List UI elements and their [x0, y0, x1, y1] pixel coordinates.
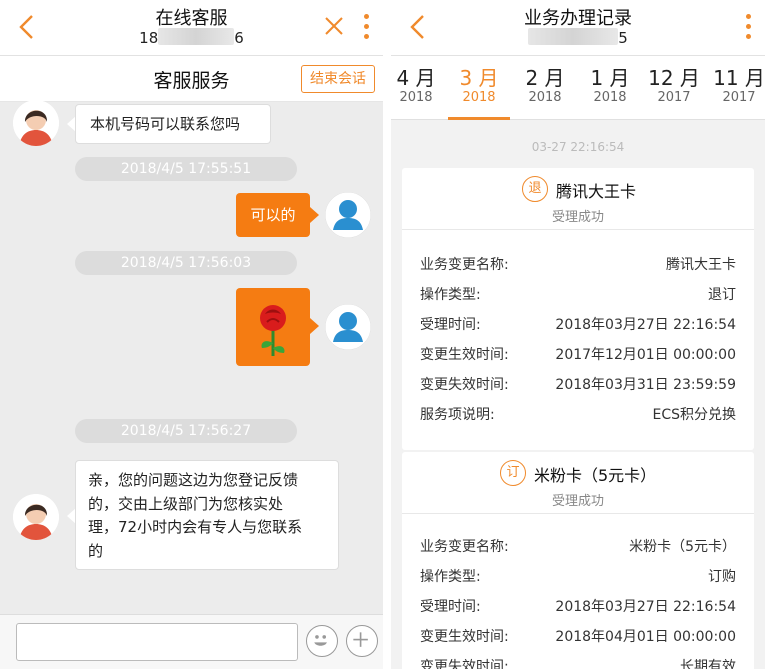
tab-month[interactable]: 1 月 2018: [579, 56, 641, 120]
record-field: 变更生效时间: 2018年04月01日 00:00:00: [420, 629, 736, 645]
phone-mask: [528, 28, 619, 45]
chat-panel: 在线客服 18 6 客服服务 结束会话 本机号码可以联系您吗 2018/4/5 1…: [0, 0, 383, 669]
screenshot-root: 在线客服 18 6 客服服务 结束会话 本机号码可以联系您吗 2018/4/5 1…: [0, 0, 765, 669]
tab-month[interactable]: 11 月 2017: [708, 56, 765, 120]
unsubscribe-badge-icon: 退: [522, 176, 548, 202]
month-tabs: 4 月 2018 3 月 2018 2 月 2018 1 月 2018 12 月 2017…: [391, 56, 765, 120]
record-card[interactable]: 订 米粉卡（5元卡） 受理成功 业务变更名称: 米粉卡（5元卡） 操作类型: 订购 …: [402, 452, 754, 669]
tab-month[interactable]: 4 月 2018: [391, 56, 447, 120]
close-icon[interactable]: [323, 14, 345, 38]
bubble-tail: [310, 207, 319, 223]
record-field: 变更失效时间: 2018年03月31日 23:59:59: [420, 377, 736, 393]
record-status: 受理成功: [551, 494, 604, 509]
message-line: 的，交由上级部门为您核实处: [88, 494, 284, 513]
records-top-bar: 业务办理记录 5: [391, 0, 765, 56]
emoji-icon[interactable]: [306, 625, 338, 657]
service-header: 客服服务 结束会话: [0, 56, 383, 102]
phone-mask: [158, 28, 235, 45]
panel-divider: [383, 0, 391, 669]
record-card-header: 订 米粉卡（5元卡） 受理成功: [402, 452, 754, 514]
record-field: 服务项说明: ECS积分兑换: [420, 407, 736, 423]
record-field: 业务变更名称: 腾讯大王卡: [420, 257, 736, 273]
message-time: 2018/4/5 17:56:03: [75, 251, 297, 275]
record-name: 米粉卡（5元卡）: [534, 466, 657, 485]
bubble-tail: [310, 318, 319, 334]
plus-icon[interactable]: [346, 625, 378, 657]
agent-message-bubble: 亲，您的问题这边为您登记反馈 的，交由上级部门为您核实处 理，72小时内会有专人…: [75, 460, 339, 570]
rose-icon: [260, 305, 286, 356]
user-avatar: [325, 304, 371, 350]
record-timestamp: 03-27 22:16:54: [531, 140, 625, 154]
agent-avatar: [13, 494, 59, 540]
end-session-button[interactable]: 结束会话: [301, 65, 375, 93]
record-field: 受理时间: 2018年03月27日 22:16:54: [420, 317, 736, 333]
record-card[interactable]: 退 腾讯大王卡 受理成功 业务变更名称: 腾讯大王卡 操作类型: 退订 受理时间: 2…: [402, 168, 754, 450]
record-status: 受理成功: [551, 210, 604, 225]
records-title: 业务办理记录: [524, 8, 632, 29]
masked-phone-number: 5: [391, 28, 765, 47]
tab-month[interactable]: 2 月 2018: [514, 56, 576, 120]
user-image-bubble[interactable]: [236, 288, 310, 366]
records-panel: 业务办理记录 5 4 月 2018 3 月 2018 2 月 2018 1 月 2018…: [391, 0, 765, 669]
message-time: 2018/4/5 17:56:27: [75, 419, 297, 443]
message-line: 理，72小时内会有专人与您联系: [88, 518, 303, 536]
record-field: 变更生效时间: 2017年12月01日 00:00:00: [420, 347, 736, 363]
message-time: 2018/4/5 17:55:51: [75, 157, 297, 181]
subscribe-badge-icon: 订: [500, 460, 526, 486]
record-field: 变更失效时间: 长期有效: [420, 659, 736, 669]
record-field: 操作类型: 退订: [420, 287, 736, 303]
message-line: 的: [88, 541, 104, 560]
record-field: 业务变更名称: 米粉卡（5元卡）: [420, 539, 736, 555]
tab-month-active[interactable]: 3 月 2018: [448, 56, 510, 120]
chat-top-bar: 在线客服 18 6: [0, 0, 383, 56]
record-card-header: 退 腾讯大王卡 受理成功: [402, 168, 754, 230]
agent-message-bubble: 本机号码可以联系您吗: [75, 104, 271, 144]
more-menu-icon[interactable]: [743, 12, 753, 42]
agent-avatar: [13, 100, 59, 146]
record-field: 操作类型: 订购: [420, 569, 736, 585]
message-line: 亲，您的问题这边为您登记反馈: [88, 471, 299, 489]
user-message-bubble: 可以的: [236, 193, 310, 237]
message-input[interactable]: [16, 623, 298, 661]
tab-month[interactable]: 12 月 2017: [643, 56, 705, 120]
user-avatar: [325, 192, 371, 238]
record-name: 腾讯大王卡: [556, 182, 637, 201]
more-menu-icon[interactable]: [361, 12, 371, 42]
record-field: 受理时间: 2018年03月27日 22:16:54: [420, 599, 736, 615]
chat-input-bar: [0, 614, 383, 669]
